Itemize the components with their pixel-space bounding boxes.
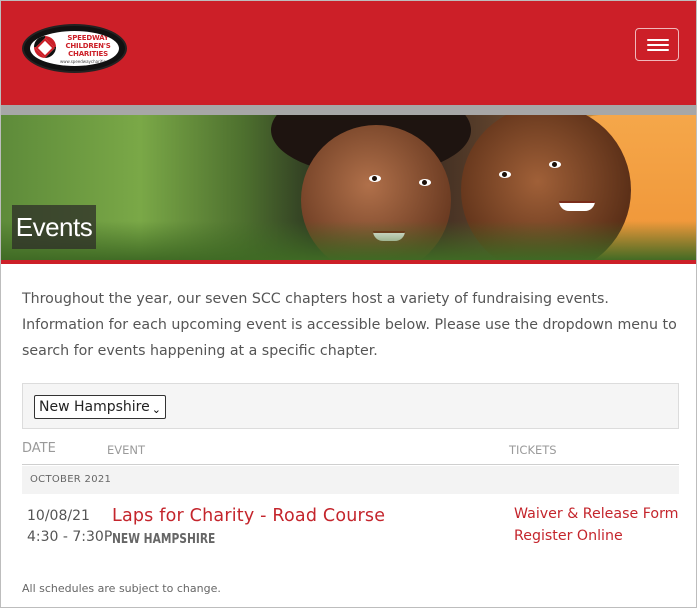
site-header: SPEEDWAY CHILDREN'S CHARITIES www.speedw… <box>1 1 696 105</box>
event-title-link[interactable]: Laps for Charity - Road Course <box>112 506 385 526</box>
hamburger-menu-icon-bar <box>647 44 669 46</box>
chapter-select[interactable]: New Hampshire ⌄ <box>34 395 166 419</box>
logo-badge: SPEEDWAY CHILDREN'S CHARITIES www.speedw… <box>30 31 119 66</box>
column-header-date: DATE <box>22 441 56 456</box>
month-label: OCTOBER 2021 <box>30 474 112 485</box>
schedule-disclaimer: All schedules are subject to change. <box>22 582 221 595</box>
header-divider <box>1 105 696 115</box>
hamburger-menu-icon-bar <box>647 49 669 51</box>
event-date: 10/08/21 <box>27 508 90 524</box>
banner-eye <box>549 161 561 168</box>
banner-divider <box>1 260 696 264</box>
page-frame: SPEEDWAY CHILDREN'S CHARITIES www.speedw… <box>0 0 697 608</box>
event-time: 4:30 - 7:30P <box>27 529 113 545</box>
table-header-rule <box>22 464 679 465</box>
chapter-select-value: New Hampshire <box>39 399 150 415</box>
page-title: Events <box>12 205 96 249</box>
chapter-filter-panel: New Hampshire ⌄ <box>22 383 679 429</box>
column-header-tickets: TICKETS <box>509 443 557 457</box>
banner-eye <box>369 175 381 182</box>
menu-toggle-button[interactable] <box>635 28 679 61</box>
banner-smile <box>559 201 595 211</box>
event-datetime: 10/08/21 4:30 - 7:30P <box>27 506 112 548</box>
logo-text: SPEEDWAY CHILDREN'S CHARITIES <box>65 34 111 58</box>
event-chapter: NEW HAMPSHIRE <box>112 532 216 547</box>
column-header-event: EVENT <box>107 443 146 457</box>
register-online-link[interactable]: Register Online <box>514 528 623 544</box>
month-group-header: OCTOBER 2021 <box>22 466 679 494</box>
chevron-down-icon: ⌄ <box>151 403 161 416</box>
hero-banner-image <box>1 115 696 261</box>
intro-text: Throughout the year, our seven SCC chapt… <box>22 291 677 359</box>
banner-eye <box>419 179 431 186</box>
logo-url-text: www.speedwaycharities.org <box>60 59 116 64</box>
waiver-form-link[interactable]: Waiver & Release Form <box>514 506 678 522</box>
banner-eye <box>499 171 511 178</box>
hamburger-menu-icon <box>647 39 669 41</box>
banner-grass <box>1 221 696 261</box>
logo[interactable]: SPEEDWAY CHILDREN'S CHARITIES www.speedw… <box>22 24 127 73</box>
